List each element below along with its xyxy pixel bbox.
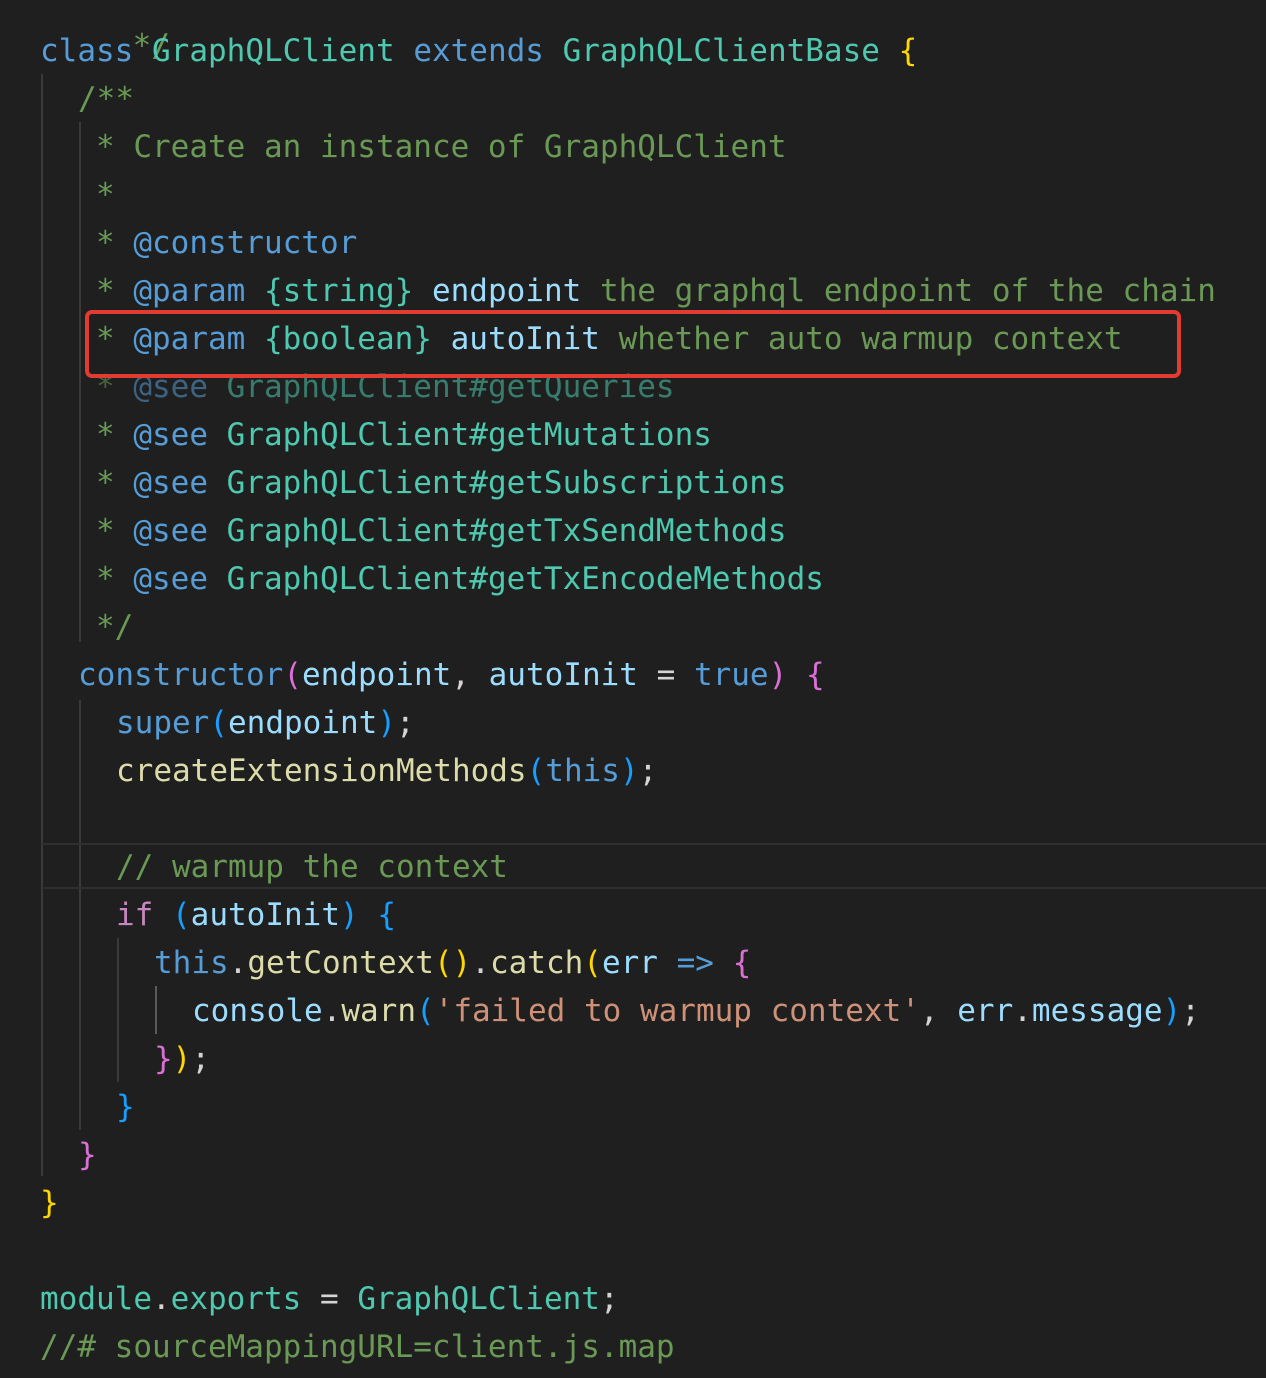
doc-description: * Create an instance of GraphQLClient xyxy=(96,129,787,165)
code-line-constructor-close: } xyxy=(78,1137,97,1173)
code-line-class-close: } xyxy=(40,1185,59,1221)
keyword-class: class xyxy=(40,33,134,69)
doc-comment-close: */ xyxy=(96,609,134,645)
class-name: GraphQLClient xyxy=(152,33,395,69)
indent-guide-catch xyxy=(155,986,157,1034)
doc-param-endpoint: * @param {string} endpoint the graphql e… xyxy=(96,273,1216,309)
code-line-sourcemap: //# sourceMappingURL=client.js.map xyxy=(40,1329,675,1365)
code-line-constructor: constructor(endpoint, autoInit = true) { xyxy=(78,657,825,693)
code-line-if-autoinit: if (autoInit) { xyxy=(116,897,396,933)
code-line-class-declaration: class GraphQLClient extends GraphQLClien… xyxy=(40,27,917,75)
code-line-super-call: super(endpoint); xyxy=(116,705,415,741)
doc-empty-line: * xyxy=(96,177,115,213)
code-line-module-exports: module.exports = GraphQLClient; xyxy=(40,1281,619,1317)
indent-guide-if xyxy=(117,938,119,1082)
code-line: */ xyxy=(58,0,170,64)
code-line-create-extension: createExtensionMethods(this); xyxy=(116,753,658,789)
code-line-get-context: this.getContext().catch(err => { xyxy=(154,945,752,981)
code-editor[interactable]: */ class GraphQLClient extends GraphQLCl… xyxy=(0,0,1266,1378)
doc-see-txencode: * @see GraphQLClient#getTxEncodeMethods xyxy=(96,561,824,597)
base-class-name: GraphQLClientBase xyxy=(562,33,880,69)
class-open-brace: { xyxy=(898,33,918,69)
doc-see-subscriptions: * @see GraphQLClient#getSubscriptions xyxy=(96,465,787,501)
red-highlight-box xyxy=(85,310,1181,378)
doc-comment-open: /** xyxy=(78,81,134,117)
code-line-console-warn: console.warn('failed to warmup context',… xyxy=(192,993,1200,1029)
indent-guide-class xyxy=(41,74,43,1176)
doc-constructor-tag: * @constructor xyxy=(96,225,358,261)
code-line-if-close: } xyxy=(116,1089,135,1125)
indent-guide-constructor xyxy=(79,700,81,1130)
indent-guide-doc xyxy=(79,122,81,642)
code-line-catch-close: }); xyxy=(154,1041,211,1077)
doc-see-mutations: * @see GraphQLClient#getMutations xyxy=(96,417,712,453)
code-line-warmup-comment: // warmup the context xyxy=(116,849,508,885)
doc-see-txsend: * @see GraphQLClient#getTxSendMethods xyxy=(96,513,787,549)
keyword-extends: extends xyxy=(413,33,544,69)
